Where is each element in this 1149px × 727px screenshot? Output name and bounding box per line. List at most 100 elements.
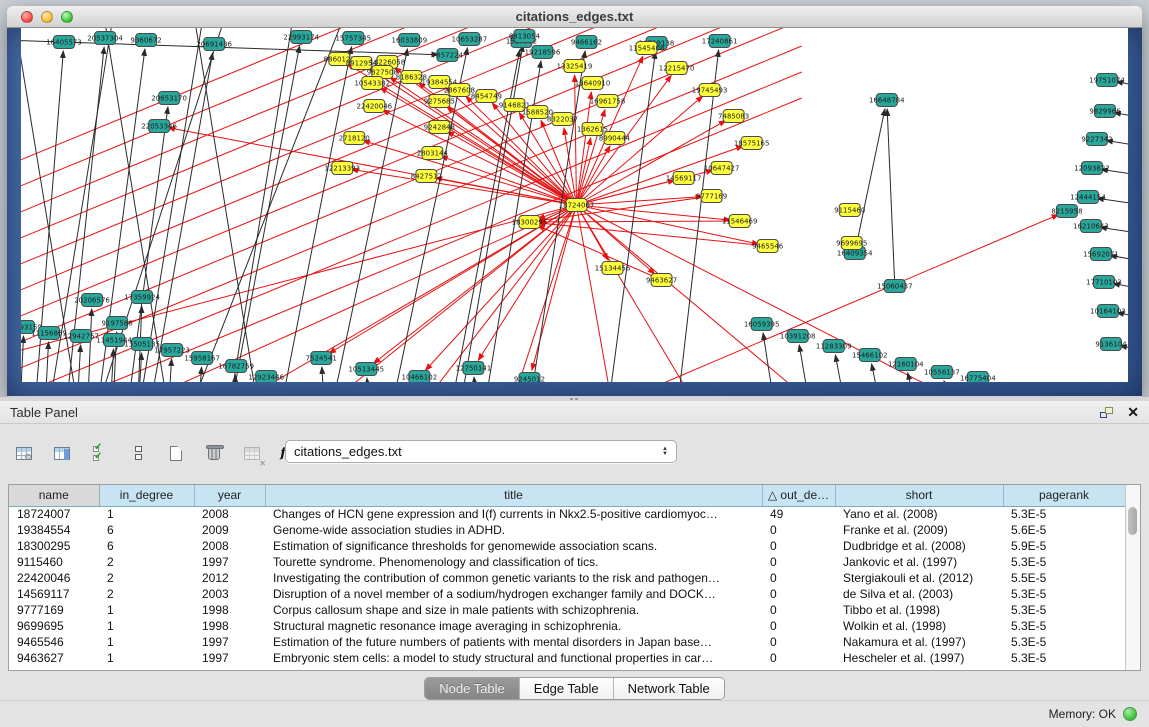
graph-node[interactable]: 12750141 — [456, 362, 492, 375]
graph-node[interactable]: 8454749 — [471, 90, 502, 103]
table-cell[interactable]: 1 — [99, 618, 194, 634]
tab-network-table[interactable]: Network Table — [614, 678, 724, 699]
table-cell[interactable]: 9699695 — [9, 618, 99, 634]
table-cell[interactable]: Yano et al. (2008) — [835, 506, 1003, 522]
close-panel-icon[interactable]: ✕ — [1127, 407, 1139, 418]
table-cell[interactable]: 2009 — [194, 522, 265, 538]
row-height-button[interactable] — [124, 440, 152, 466]
table-cell[interactable]: 2008 — [194, 506, 265, 522]
table-select-dropdown[interactable]: citations_edges.txt ▲▼ — [285, 440, 677, 463]
graph-node[interactable]: 9115460 — [834, 204, 865, 217]
graph-node[interactable]: 9777169 — [696, 190, 727, 203]
graph-node[interactable]: 15466102 — [852, 349, 888, 362]
table-cell[interactable]: Wolkin et al. (1998) — [835, 618, 1003, 634]
table-cell[interactable]: 1 — [99, 602, 194, 618]
table-cell[interactable]: Franke et al. (2009) — [835, 522, 1003, 538]
table-cell[interactable]: Tourette syndrome. Phenomenology and cla… — [265, 554, 762, 570]
graph-node[interactable]: 16059395 — [744, 318, 780, 331]
column-header[interactable]: name — [9, 485, 99, 506]
graph-edge[interactable] — [221, 28, 296, 382]
graph-node[interactable]: 9465546 — [752, 240, 784, 253]
table-cell[interactable]: Estimation of significance thresholds fo… — [265, 538, 762, 554]
graph-edge[interactable] — [75, 345, 81, 382]
table-row[interactable]: 969969511998Structural magnetic resonanc… — [9, 618, 1125, 634]
graph-node[interactable]: 15134456 — [595, 262, 631, 275]
graph-edge[interactable] — [380, 88, 576, 205]
graph-edge[interactable] — [582, 215, 1059, 382]
tab-node-table[interactable]: Node Table — [425, 678, 520, 699]
table-cell[interactable]: 5.3E-5 — [1003, 602, 1125, 618]
vertical-scrollbar[interactable] — [1125, 485, 1140, 670]
graph-edge[interactable] — [322, 367, 327, 382]
scrollbar-thumb[interactable] — [1128, 507, 1137, 535]
graph-node[interactable]: 16648784 — [869, 94, 905, 107]
table-cell[interactable]: 14569117 — [9, 586, 99, 602]
graph-node[interactable]: 16775404 — [960, 372, 996, 383]
graph-edge[interactable] — [171, 28, 351, 382]
table-cell[interactable]: 0 — [762, 650, 835, 666]
graph-edge[interactable] — [168, 128, 577, 205]
graph-node[interactable]: 13325419 — [557, 60, 593, 73]
table-cell[interactable]: 5.3E-5 — [1003, 634, 1125, 650]
minimize-button[interactable] — [41, 11, 53, 23]
close-button[interactable] — [21, 11, 33, 23]
table-cell[interactable]: 5.3E-5 — [1003, 650, 1125, 666]
graph-node[interactable]: 17240861 — [702, 35, 738, 48]
window-titlebar[interactable]: citations_edges.txt — [7, 6, 1142, 28]
table-cell[interactable]: Embryonic stem cells: a model to study s… — [265, 650, 762, 666]
table-cell[interactable]: 2008 — [194, 538, 265, 554]
graph-edge[interactable] — [363, 141, 577, 205]
table-cell[interactable]: 5.5E-5 — [1003, 570, 1125, 586]
table-cell[interactable]: 49 — [762, 506, 835, 522]
graph-node[interactable]: 17359924 — [124, 291, 160, 304]
table-cell[interactable]: 2012 — [194, 570, 265, 586]
column-header[interactable]: pagerank — [1003, 485, 1125, 506]
graph-node[interactable]: 15757345 — [335, 32, 371, 45]
graph-node[interactable]: 19745493 — [692, 84, 728, 97]
table-cell[interactable]: de Silva et al. (2003) — [835, 586, 1003, 602]
column-header[interactable]: short — [835, 485, 1003, 506]
graph-node[interactable]: 20206576 — [74, 294, 110, 307]
table-cell[interactable]: 18300295 — [9, 538, 99, 554]
graph-node[interactable]: 15692071 — [1083, 248, 1119, 261]
graph-edge[interactable] — [367, 378, 372, 382]
graph-edge[interactable] — [43, 342, 49, 382]
table-cell[interactable]: 6 — [99, 538, 194, 554]
graph-edge[interactable] — [577, 205, 731, 220]
table-cell[interactable]: Changes of HCN gene expression and I(f) … — [265, 506, 762, 522]
table-row[interactable]: 977716911998Corpus callosum shape and si… — [9, 602, 1125, 618]
table-cell[interactable]: 9465546 — [9, 634, 99, 650]
graph-node[interactable]: 11546469 — [722, 215, 758, 228]
table-cell[interactable]: 1997 — [194, 650, 265, 666]
graph-node[interactable]: 19751074 — [1089, 74, 1125, 87]
table-cell[interactable]: 0 — [762, 634, 835, 650]
delete-rows-button[interactable] — [200, 440, 228, 466]
column-header[interactable]: △ out_de… — [762, 485, 835, 506]
table-cell[interactable]: 9777169 — [9, 602, 99, 618]
graph-edge[interactable] — [86, 309, 92, 382]
table-cell[interactable]: 1 — [99, 634, 194, 650]
table-cell[interactable]: 1998 — [194, 618, 265, 634]
column-header[interactable]: title — [265, 485, 762, 506]
table-cell[interactable]: 5.3E-5 — [1003, 586, 1125, 602]
table-cell[interactable]: 2003 — [194, 586, 265, 602]
table-cell[interactable]: 0 — [762, 554, 835, 570]
graph-edge[interactable] — [577, 205, 842, 382]
table-cell[interactable]: 1997 — [194, 554, 265, 570]
graph-node[interactable]: 7524541 — [306, 352, 337, 365]
table-cell[interactable]: 1997 — [194, 634, 265, 650]
graph-edge[interactable] — [672, 50, 719, 382]
table-cell[interactable]: Hescheler et al. (1997) — [835, 650, 1003, 666]
graph-node[interactable]: 9466162 — [571, 36, 602, 49]
table-cell[interactable]: 6 — [99, 522, 194, 538]
graph-edge[interactable] — [196, 367, 201, 382]
table-cell[interactable]: 2 — [99, 554, 194, 570]
graph-node[interactable]: 9829966 — [1089, 105, 1121, 118]
table-cell[interactable]: 2 — [99, 586, 194, 602]
float-window-icon[interactable] — [1100, 407, 1113, 418]
zoom-button[interactable] — [61, 11, 73, 23]
graph-node[interactable]: 17710103 — [1086, 276, 1122, 289]
table-cell[interactable]: 0 — [762, 602, 835, 618]
graph-node[interactable]: 10513445 — [348, 363, 384, 376]
table-row[interactable]: 911546021997Tourette syndrome. Phenomeno… — [9, 554, 1125, 570]
